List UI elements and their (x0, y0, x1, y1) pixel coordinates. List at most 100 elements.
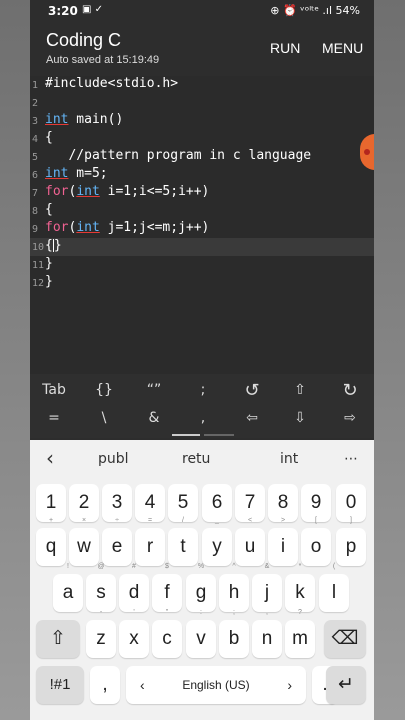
undo-icon[interactable]: ↺ (232, 380, 272, 401)
page-indicator (204, 434, 234, 436)
key-g[interactable]: % g (186, 563, 216, 612)
quotes-key[interactable]: “” (134, 382, 174, 398)
comma-key[interactable]: , (90, 666, 120, 704)
background-right (374, 0, 405, 720)
line-number: 1 (32, 80, 39, 91)
symbols-key[interactable]: !#1 (36, 666, 84, 704)
key-hint: ? (298, 609, 302, 616)
key-label: i (280, 536, 286, 557)
suggestion-item[interactable]: int (280, 451, 298, 467)
key-a[interactable]: ! a (53, 563, 83, 612)
more-icon[interactable]: ⋯ (344, 451, 358, 467)
key-v[interactable]: :v (186, 609, 216, 658)
code-text: } (45, 256, 53, 271)
key-t[interactable]: / t (168, 517, 198, 566)
key-hint: - (99, 609, 103, 616)
key-hint: < (247, 517, 253, 524)
suggestion-item[interactable]: retu (182, 451, 210, 467)
notification-icons: ▣ ✓ (82, 4, 104, 15)
code-text: int m=5; (45, 166, 108, 181)
signal-icon: ⊕ ⏰ ᵛᵒˡᵗᵉ .ıl (270, 4, 333, 17)
key-hint: + (48, 517, 54, 524)
ampersand-key[interactable]: & (134, 410, 174, 426)
code-text: } (45, 274, 53, 289)
key-hint: > (280, 517, 286, 524)
arrow-down-icon[interactable]: ⇩ (280, 410, 320, 426)
key-label: r (146, 536, 154, 557)
key-y[interactable]: _ y (202, 517, 232, 566)
key-w[interactable]: × w (69, 517, 99, 566)
key-label: h (228, 582, 240, 603)
key-hint: % (197, 563, 205, 570)
key-k[interactable]: * k (285, 563, 315, 612)
key-label: y (212, 536, 222, 557)
key-label: t (180, 536, 186, 557)
backspace-key[interactable]: ⌫ (324, 620, 366, 658)
key-hint: @ (97, 563, 105, 570)
key-label: w (77, 536, 91, 557)
braces-key[interactable]: {} (84, 382, 124, 398)
key-l[interactable]: (l (319, 563, 349, 612)
autosave-status: Auto saved at 15:19:49 (46, 54, 160, 66)
code-text: int main() (45, 112, 124, 127)
key-j[interactable]: & j (252, 563, 282, 612)
arrow-left-icon[interactable]: ⇦ (232, 410, 272, 426)
arrow-right-icon[interactable]: ⇨ (330, 410, 370, 426)
key-label: n (261, 628, 273, 649)
suggestion-item[interactable]: publ (98, 451, 129, 467)
key-h[interactable]: ^ h (219, 563, 249, 612)
key-o[interactable]: [o (301, 517, 331, 566)
enter-key[interactable]: ↵ (326, 666, 366, 704)
redo-icon[interactable]: ↻ (330, 380, 370, 401)
key-label: s (96, 582, 106, 603)
code-line: 9 for(int j=1;j<=m;j++) (30, 220, 374, 238)
key-f[interactable]: $ f (152, 563, 182, 612)
code-editor[interactable]: 1 #include<stdio.h> 2 3 int main() 4 { 5… (30, 76, 374, 374)
run-button[interactable]: RUN (270, 40, 300, 56)
key-q[interactable]: + q (36, 517, 66, 566)
code-text: for(int j=1;j<=m;j++) (45, 220, 210, 235)
chevron-left-icon[interactable]: ‹ (46, 446, 54, 470)
key-hint: ( (332, 563, 336, 570)
key-p[interactable]: ] p (336, 517, 366, 566)
key-label: c (162, 628, 172, 649)
key-hint: ] (350, 517, 352, 524)
key-x[interactable]: ' x (119, 609, 149, 658)
key-hint: * (298, 563, 302, 570)
key-label: m (292, 628, 308, 649)
tab-key[interactable]: Tab (34, 382, 74, 398)
comma-key[interactable]: , (183, 410, 223, 426)
key-b[interactable]: ; b (219, 609, 249, 658)
key-e[interactable]: ÷ e (102, 517, 132, 566)
key-m[interactable]: ? m (285, 609, 315, 658)
key-label: j (264, 582, 270, 603)
key-r[interactable]: = r (135, 517, 165, 566)
semicolon-key[interactable]: ; (183, 382, 223, 398)
key-hint: [ (315, 517, 317, 524)
key-d[interactable]: # d (119, 563, 149, 612)
code-line: 5 //pattern program in c language (30, 148, 374, 166)
status-bar: 3:20 ▣ ✓ ⊕ ⏰ ᵛᵒˡᵗᵉ .ıl 54% (30, 0, 374, 24)
menu-button[interactable]: MENU (322, 40, 363, 56)
key-hint: & (264, 563, 270, 570)
code-text: { (45, 202, 53, 217)
equals-key[interactable]: = (34, 410, 74, 426)
key-label: x (129, 628, 139, 649)
line-number: 7 (32, 188, 39, 199)
key-u[interactable]: < u (235, 517, 265, 566)
key-c[interactable]: " c (152, 609, 182, 658)
code-text: {} (45, 238, 62, 253)
key-n[interactable]: ,n (252, 609, 282, 658)
key-s[interactable]: @ s (86, 563, 116, 612)
key-label: q (45, 536, 57, 557)
key-z[interactable]: -z (86, 609, 116, 658)
space-bar[interactable]: ‹ English (US) › (126, 666, 306, 704)
backslash-key[interactable]: \ (84, 410, 124, 426)
keyboard: ‹ publ retu int ⋯ 1 2 3 4 5 6 7 8 9 0 + q… (30, 440, 374, 720)
shift-up-icon[interactable]: ⇧ (280, 382, 320, 398)
key-i[interactable]: > i (268, 517, 298, 566)
shift-key[interactable]: ⇧ (36, 620, 80, 658)
code-comment: //pattern program in c language (45, 148, 312, 163)
code-line: 3 int main() (30, 112, 374, 130)
chevron-right-icon: › (287, 677, 292, 693)
